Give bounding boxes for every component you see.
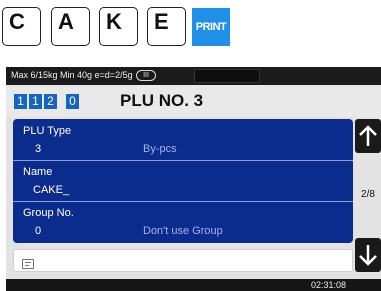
- print-button[interactable]: PRINT: [192, 8, 230, 46]
- plu-digit-4: 0: [66, 94, 79, 109]
- key-e-label: E: [154, 9, 169, 34]
- field-label: Group No.: [23, 207, 74, 219]
- plu-header: 1 1 2 0 PLU NO. 3: [6, 85, 381, 117]
- divider: [13, 201, 353, 202]
- navigation-sidebar: 2/8: [355, 119, 381, 272]
- plu-digit-1: 1: [14, 94, 27, 109]
- range-badge: III: [136, 70, 156, 81]
- field-label: PLU Type: [23, 125, 72, 137]
- key-row: C A K E PRINT: [0, 0, 381, 62]
- key-k[interactable]: K: [99, 7, 138, 46]
- status-display: [194, 69, 260, 83]
- page-indicator: 2/8: [361, 189, 375, 200]
- scroll-down-button[interactable]: [355, 238, 381, 272]
- page-title: PLU NO. 3: [120, 91, 204, 110]
- field-desc: Don't use Group: [143, 225, 223, 237]
- field-panel: PLU Type 3 By-pcs Name CAKE_ Group No. 0…: [13, 119, 353, 243]
- memo-icon: [22, 256, 34, 274]
- plu-digit-2: 1: [29, 94, 42, 109]
- key-c[interactable]: C: [2, 7, 41, 46]
- field-value: CAKE_: [33, 184, 70, 196]
- scale-info: Max 6/15kg Min 40g e=d=2/5g: [11, 70, 133, 80]
- arrow-up-icon: [355, 125, 381, 157]
- key-c-label: C: [9, 9, 25, 34]
- plu-digit-3: 2: [44, 94, 57, 109]
- field-value: 0: [35, 225, 42, 237]
- memo-input[interactable]: [13, 249, 353, 272]
- key-k-label: K: [106, 9, 122, 34]
- field-value: 3: [35, 143, 42, 155]
- bottom-bar: 02:31:08: [6, 279, 381, 291]
- field-label: Name: [23, 166, 53, 178]
- scroll-up-button[interactable]: [355, 119, 381, 153]
- clock: 02:31:08: [310, 280, 346, 290]
- key-a[interactable]: A: [51, 7, 90, 46]
- field-desc: By-pcs: [143, 143, 177, 155]
- scale-screen: Max 6/15kg Min 40g e=d=2/5g III 1 1 2 0 …: [6, 67, 381, 291]
- divider: [13, 160, 353, 161]
- key-e[interactable]: E: [147, 7, 186, 46]
- arrow-down-icon: [355, 245, 381, 276]
- key-a-label: A: [58, 9, 74, 34]
- status-bar: Max 6/15kg Min 40g e=d=2/5g III: [6, 67, 381, 85]
